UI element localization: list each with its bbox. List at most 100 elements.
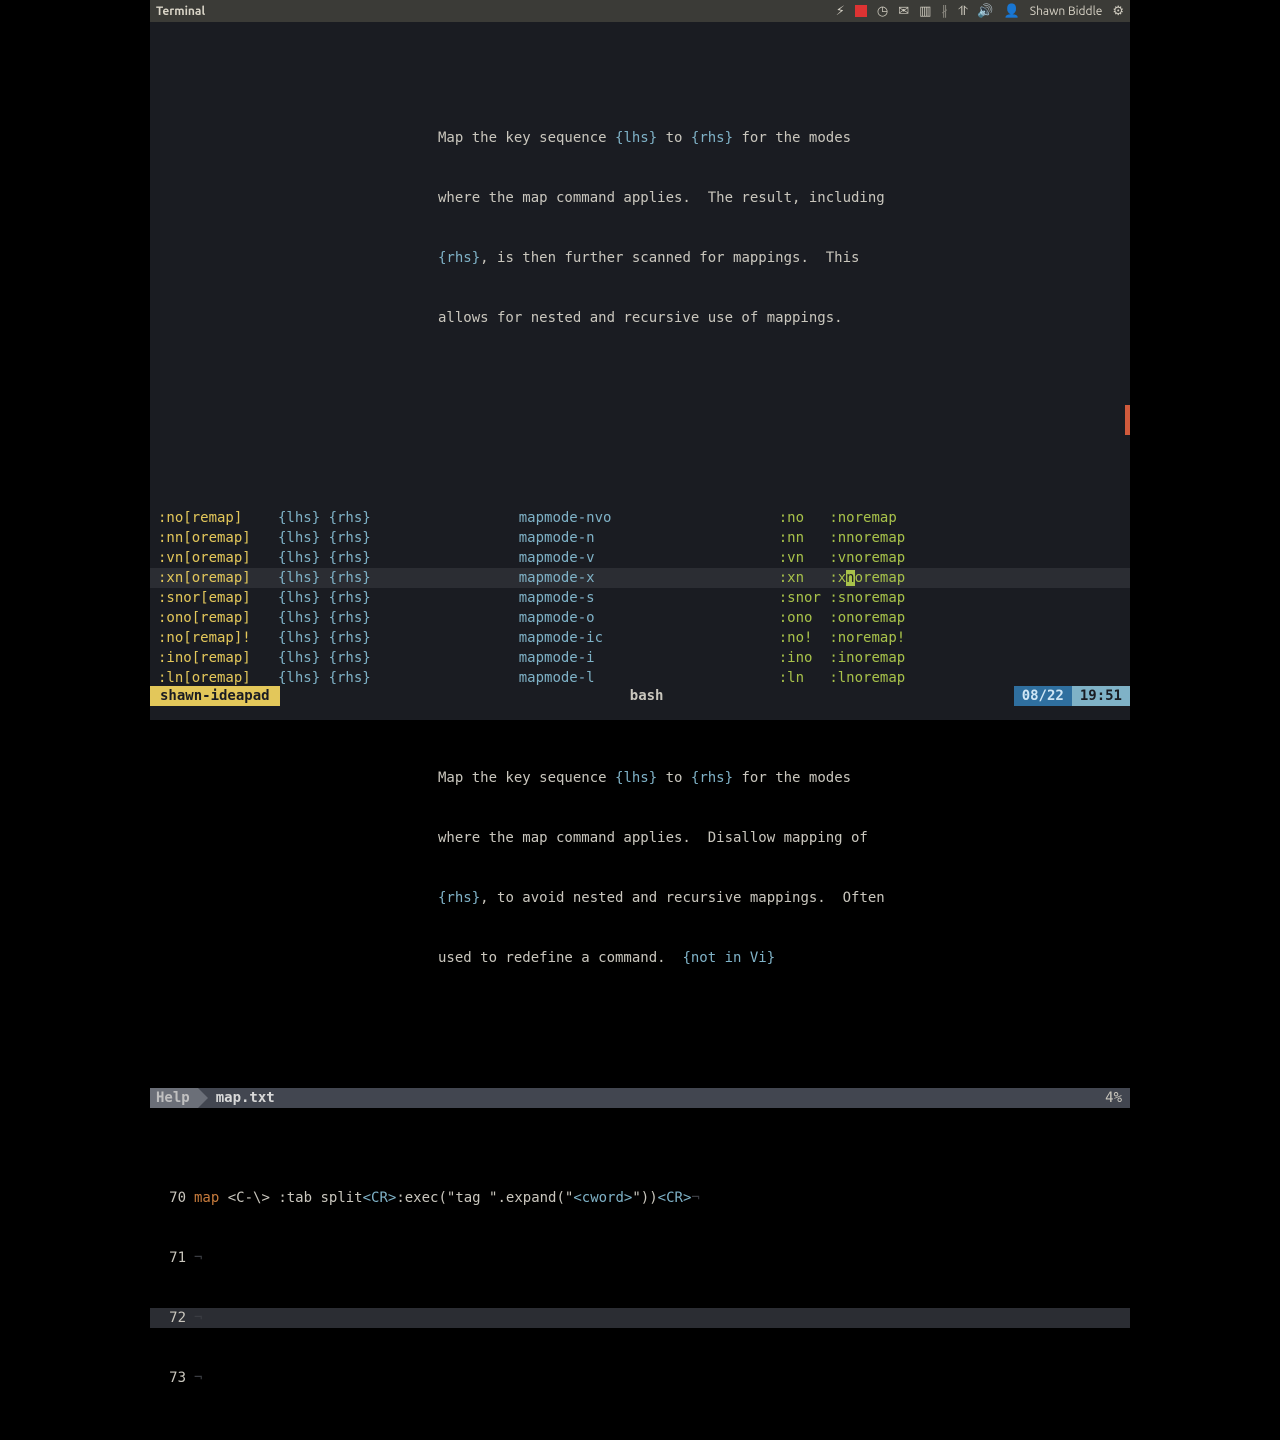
rhs-arg: {rhs} [329,570,371,586]
mapmode-row[interactable]: :ino[remap] {lhs} {rhs} mapmode-i:ino :in… [150,648,1130,668]
tmux-date: 08/22 [1014,686,1072,706]
gear-icon[interactable]: ⚙ [1112,5,1124,18]
long-tag: :onoremap [829,610,905,626]
map-command: :no[remap] [158,508,278,528]
short-tag: :ono [779,610,830,626]
long-tag: :inoremap [829,650,905,666]
short-tag: :ln [779,670,830,686]
lhs-arg: {lhs} [278,570,329,586]
spinner-icon[interactable]: ◷ [877,5,888,18]
rhs-arg: {rhs} [329,590,371,606]
map-command: :vn[oremap] [158,548,278,568]
map-command: :xn[oremap] [158,568,278,588]
long-tag: :xnoremap [829,570,905,586]
mapmode-name: mapmode-x [519,568,779,588]
scroll-indicator [1125,405,1130,435]
tmux-statusbar: shawn-ideapad bash 08/22 19:51 [150,686,1130,706]
terminal-content[interactable]: Map the key sequence {lhs} to {rhs} for … [150,22,1130,720]
lhs-placeholder: {lhs} [615,130,657,146]
lhs-arg: {lhs} [278,650,329,666]
bluetooth-icon[interactable]: ∦ [941,5,948,18]
user-name[interactable]: Shawn Biddle [1030,5,1103,18]
long-tag: :noremap [829,510,896,526]
mapmode-name: mapmode-nvo [519,508,779,528]
long-tag: :noremap! [829,630,905,646]
mapmode-row[interactable]: :no[remap] {lhs} {rhs} mapmode-nvo:no :no… [150,508,1130,528]
mapmode-row[interactable]: :ono[remap] {lhs} {rhs} mapmode-o:ono :on… [150,608,1130,628]
map-command: :no[remap]! [158,628,278,648]
short-tag: :nn [779,530,830,546]
user-icon[interactable]: 👤 [1004,5,1020,18]
help-text: where the map command applies. The resul… [438,190,885,206]
record-icon[interactable] [855,5,867,17]
rhs-arg: {rhs} [329,650,371,666]
short-tag: :no [779,510,830,526]
long-tag: :lnoremap [829,670,905,686]
bolt-icon[interactable]: ⚡ [836,5,845,18]
mapmode-row[interactable]: :xn[oremap] {lhs} {rhs} mapmode-x:xn :xno… [150,568,1130,588]
mapmode-name: mapmode-i [519,648,779,668]
short-tag: :no! [779,630,830,646]
not-in-vi: {not in Vi} [682,950,775,966]
vim-keyword: map [194,1190,219,1206]
map-command: :ln[oremap] [158,668,278,688]
mapmode-row[interactable]: :no[remap]! {lhs} {rhs} mapmode-ic:no! :n… [150,628,1130,648]
wifi-icon[interactable]: ⥣ [958,5,967,18]
lhs-arg: {lhs} [278,530,329,546]
editor-line[interactable]: 73¬ [150,1368,1130,1388]
lhs-arg: {lhs} [278,610,329,626]
short-tag: :ino [779,650,830,666]
help-label: Help [150,1088,198,1108]
mapmode-row[interactable]: :nn[oremap] {lhs} {rhs}mapmode-n:nn :nno… [150,528,1130,548]
mapmode-name: mapmode-s [519,588,779,608]
help-filename: map.txt [198,1088,285,1108]
help-percent: 4% [1097,1088,1130,1108]
mapmode-name: mapmode-v [519,548,779,568]
mapmode-name: mapmode-n [519,528,779,548]
map-command: :nn[oremap] [158,528,278,548]
lhs-arg: {lhs} [278,590,329,606]
lhs-arg: {lhs} [278,670,329,686]
tmux-hostname[interactable]: shawn-ideapad [150,686,280,706]
short-tag: :xn [779,570,830,586]
lhs-arg: {lhs} [278,550,329,566]
long-tag: :nnoremap [829,530,905,546]
short-tag: :vn [779,550,830,566]
map-command: :ino[remap] [158,648,278,668]
editor-line[interactable]: 70map <C-\> :tab split<CR>:exec("tag ".e… [150,1188,1130,1208]
rhs-placeholder: {rhs} [691,130,733,146]
volume-icon[interactable]: 🔊 [977,5,993,18]
map-command: :ono[remap] [158,608,278,628]
line-number: 70 [158,1188,194,1208]
cursor: n [846,570,854,586]
editor-line-current[interactable]: 72¬ [150,1308,1130,1328]
mapmode-row[interactable]: :snor[emap] {lhs} {rhs} mapmode-s:snor :s… [150,588,1130,608]
rhs-arg: {rhs} [329,510,371,526]
help-text: Map the key sequence [438,130,615,146]
app-title: Terminal [156,5,205,18]
lhs-arg: {lhs} [278,630,329,646]
battery-icon[interactable]: ▥ [919,5,931,18]
editor-line[interactable]: 71¬ [150,1248,1130,1268]
tmux-window[interactable]: bash [280,686,1014,706]
terminal-window: Terminal ⚡ ◷ ✉ ▥ ∦ ⥣ 🔊 👤 Shawn Biddle ⚙ … [150,0,1130,720]
mail-icon[interactable]: ✉ [898,5,909,18]
eol-marker: ¬ [691,1190,699,1206]
long-tag: :vnoremap [829,550,905,566]
mapmode-row[interactable]: :vn[oremap] {lhs} {rhs} mapmode-v:vn :vno… [150,548,1130,568]
rhs-arg: {rhs} [329,670,371,686]
tmux-time: 19:51 [1072,686,1130,706]
mapmode-name: mapmode-ic [519,628,779,648]
help-statusline: Help map.txt 4% [150,1088,1130,1108]
mapmode-name: mapmode-o [519,608,779,628]
rhs-arg: {rhs} [329,610,371,626]
map-command: :snor[emap] [158,588,278,608]
lhs-arg: {lhs} [278,510,329,526]
desktop-topbar: Terminal ⚡ ◷ ✉ ▥ ∦ ⥣ 🔊 👤 Shawn Biddle ⚙ [150,0,1130,22]
long-tag: :snoremap [829,590,905,606]
rhs-arg: {rhs} [329,630,371,646]
rhs-arg: {rhs} [329,550,371,566]
mapmode-row[interactable]: :ln[oremap] {lhs} {rhs} mapmode-l:ln :lno… [150,668,1130,688]
mapmode-name: mapmode-l [519,668,779,688]
short-tag: :snor [779,590,830,606]
